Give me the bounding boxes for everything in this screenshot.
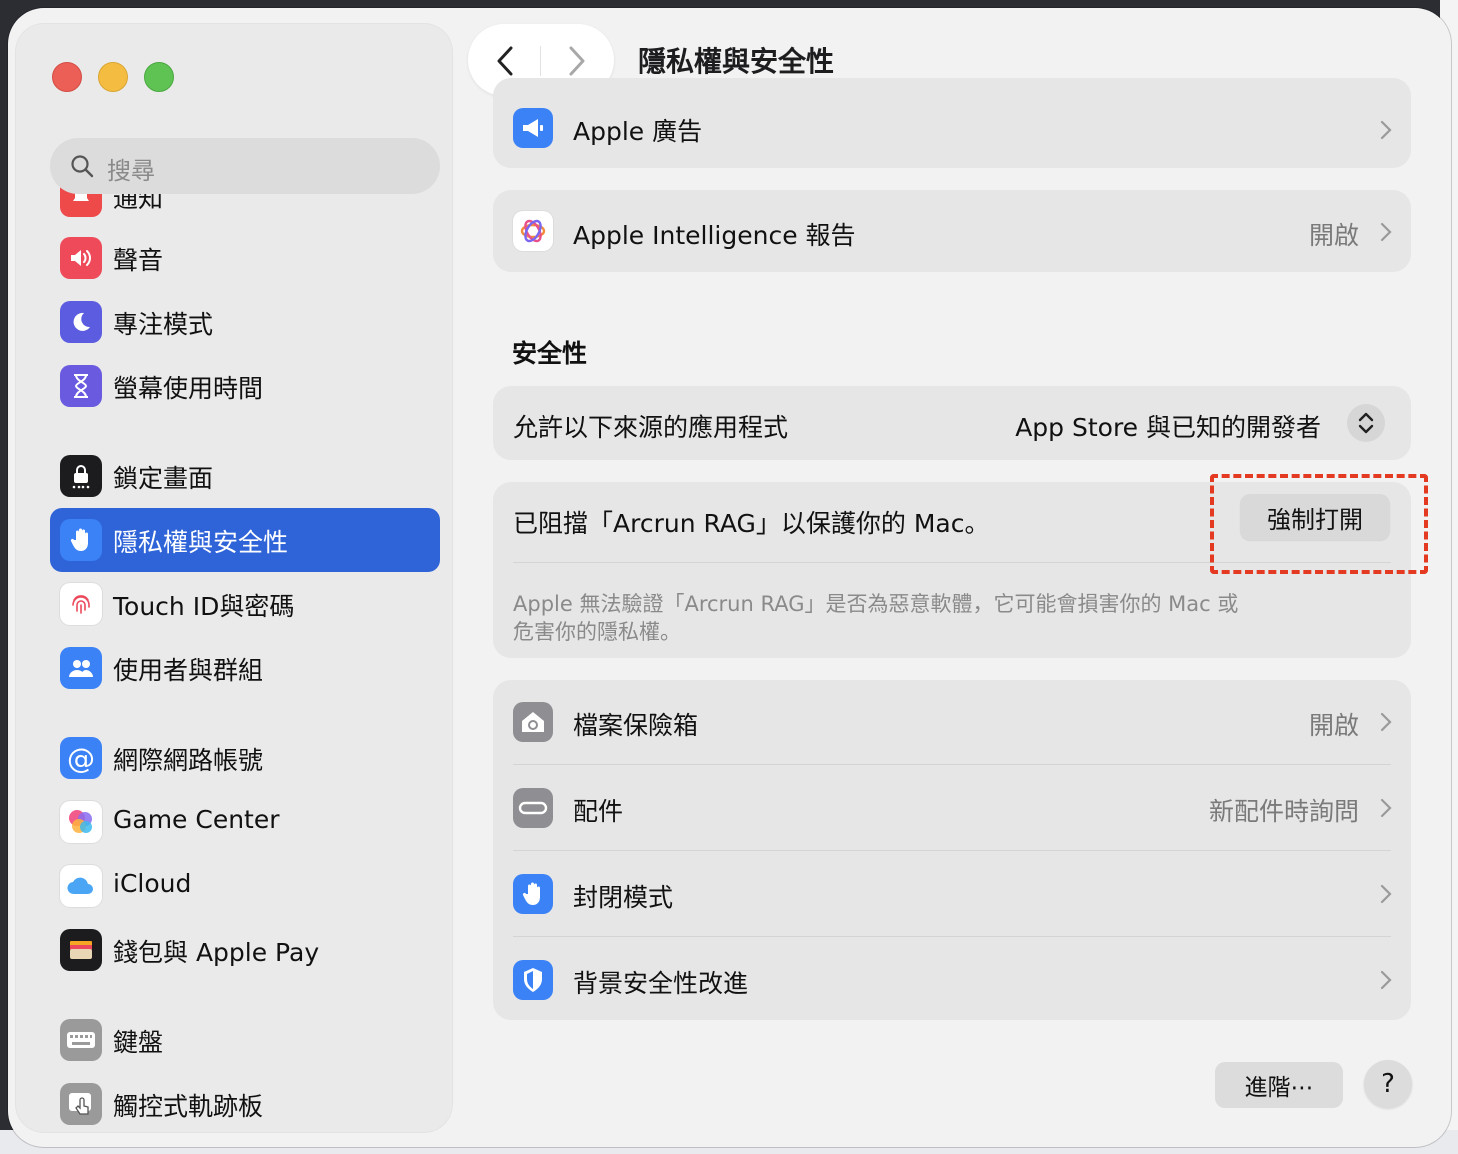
lockdown-mode-label: 封閉模式	[573, 883, 674, 912]
lockdown-mode-row[interactable]: 封閉模式	[493, 852, 1411, 936]
allow-apps-row: 允許以下來源的應用程式 App Store 與已知的開發者	[493, 386, 1411, 460]
apple-ads-label: Apple 廣告	[573, 117, 703, 146]
search-placeholder: 搜尋	[107, 157, 155, 185]
search-icon	[71, 155, 94, 178]
hand-icon	[60, 519, 102, 561]
blocked-app-description-line2: 危害你的隱私權。	[513, 620, 681, 644]
sidebar-item-sound[interactable]: 聲音	[50, 226, 440, 290]
forward-arrow-icon[interactable]	[568, 46, 586, 76]
chevron-right-icon	[1380, 798, 1392, 818]
divider	[513, 764, 1391, 765]
cloud-icon	[60, 865, 102, 907]
accessories-label: 配件	[573, 797, 624, 826]
hourglass-icon	[60, 365, 102, 407]
security-section-header: 安全性	[512, 339, 588, 368]
filevault-row[interactable]: 檔案保險箱 開啟	[493, 680, 1411, 764]
sidebar-item-label: 觸控式軌跡板	[113, 1092, 264, 1121]
nav-separator	[540, 46, 541, 76]
speaker-icon	[60, 237, 102, 279]
sidebar-item-label: 錢包與 Apple Pay	[113, 938, 320, 967]
close-window-button[interactable]	[52, 62, 82, 92]
shield-icon	[513, 960, 553, 1000]
minimize-window-button[interactable]	[98, 62, 128, 92]
security-options-card: 檔案保險箱 開啟 配件 新配件時詢問 封閉模式 背景安全性改進	[493, 680, 1411, 1020]
chevron-right-icon	[1380, 222, 1392, 242]
accessories-row[interactable]: 配件 新配件時詢問	[493, 766, 1411, 850]
chevron-right-icon	[1380, 970, 1392, 990]
background-security-label: 背景安全性改進	[573, 969, 749, 998]
sidebar-item-lock-screen[interactable]: 鎖定畫面	[50, 444, 440, 508]
sidebar-item-wallet[interactable]: 錢包與 Apple Pay	[50, 918, 440, 982]
lock-screen-icon	[60, 455, 102, 497]
filevault-value: 開啟	[1308, 711, 1359, 740]
sidebar-item-keyboard[interactable]: 鍵盤	[50, 1008, 440, 1072]
sidebar-item-touch-id[interactable]: Touch ID與密碼	[50, 572, 440, 636]
updown-chevron-icon	[1358, 412, 1374, 434]
sidebar: 搜尋 通知 聲音 專注模式 螢幕使用時間 鎖定畫面 隱私權與安全性 Touch …	[16, 24, 452, 1132]
settings-window: 搜尋 通知 聲音 專注模式 螢幕使用時間 鎖定畫面 隱私權與安全性 Touch …	[8, 8, 1451, 1147]
page-title: 隱私權與安全性	[638, 45, 835, 78]
sidebar-item-label: 隱私權與安全性	[113, 528, 289, 557]
users-icon	[60, 647, 102, 689]
sidebar-item-trackpad[interactable]: 觸控式軌跡板	[50, 1072, 440, 1132]
apple-intelligence-label: Apple Intelligence 報告	[573, 221, 856, 250]
hand-icon	[513, 874, 553, 914]
accessories-value: 新配件時詢問	[1208, 797, 1359, 826]
back-arrow-icon[interactable]	[496, 46, 514, 76]
at-icon: @	[60, 737, 102, 779]
chevron-right-icon	[1380, 712, 1392, 732]
allow-apps-label: 允許以下來源的應用程式	[513, 413, 789, 442]
fingerprint-icon	[60, 583, 102, 625]
keyboard-icon	[60, 1019, 102, 1061]
apple-intelligence-icon	[513, 211, 553, 251]
divider	[513, 850, 1391, 851]
sidebar-item-label: iCloud	[113, 869, 192, 898]
trackpad-icon	[60, 1083, 102, 1125]
wallet-icon	[60, 929, 102, 971]
sidebar-item-screen-time[interactable]: 螢幕使用時間	[50, 354, 440, 418]
blocked-app-message: 已阻擋「Arcrun RAG」以保護你的 Mac。	[513, 509, 990, 538]
usb-c-icon	[513, 788, 553, 828]
sidebar-item-game-center[interactable]: Game Center	[50, 790, 440, 854]
highlight-annotation	[1210, 474, 1428, 574]
moon-icon	[60, 301, 102, 343]
sidebar-item-label: 專注模式	[113, 310, 214, 339]
sidebar-item-icloud[interactable]: iCloud	[50, 854, 440, 918]
sidebar-item-label: Game Center	[113, 805, 280, 834]
sidebar-item-label: 使用者與群組	[113, 656, 264, 685]
house-safe-icon	[513, 702, 553, 742]
apple-intelligence-report-row[interactable]: Apple Intelligence 報告 開啟	[493, 190, 1411, 272]
blocked-app-description-line1: Apple 無法驗證「Arcrun RAG」是否為惡意軟體，它可能會損害你的 M…	[513, 592, 1239, 616]
help-button[interactable]: ?	[1364, 1060, 1412, 1108]
background-security-row[interactable]: 背景安全性改進	[493, 938, 1411, 1020]
apple-ads-row[interactable]: Apple 廣告	[493, 78, 1411, 168]
sidebar-item-label: Touch ID與密碼	[113, 592, 295, 621]
sidebar-item-label: 鍵盤	[113, 1028, 164, 1057]
allow-apps-value[interactable]: App Store 與已知的開發者	[1015, 408, 1321, 444]
megaphone-icon	[513, 108, 553, 148]
sidebar-item-privacy-security[interactable]: 隱私權與安全性	[50, 508, 440, 572]
chevron-right-icon	[1380, 120, 1392, 140]
sidebar-item-label: 鎖定畫面	[113, 464, 214, 493]
sidebar-item-users-groups[interactable]: 使用者與群組	[50, 636, 440, 700]
zoom-window-button[interactable]	[144, 62, 174, 92]
search-input[interactable]: 搜尋	[50, 138, 440, 194]
divider	[513, 936, 1391, 937]
game-center-icon	[60, 801, 102, 843]
allow-apps-popup-button[interactable]	[1347, 404, 1385, 442]
sidebar-item-label: 螢幕使用時間	[113, 374, 264, 403]
sidebar-item-focus[interactable]: 專注模式	[50, 290, 440, 354]
filevault-label: 檔案保險箱	[573, 711, 699, 740]
sidebar-item-label: 聲音	[113, 246, 164, 275]
sidebar-item-label: 網際網路帳號	[113, 746, 264, 775]
advanced-button[interactable]: 進階⋯	[1215, 1062, 1343, 1108]
chevron-right-icon	[1380, 884, 1392, 904]
apple-intelligence-value: 開啟	[1308, 221, 1359, 250]
sidebar-item-internet-accounts[interactable]: @ 網際網路帳號	[50, 726, 440, 790]
